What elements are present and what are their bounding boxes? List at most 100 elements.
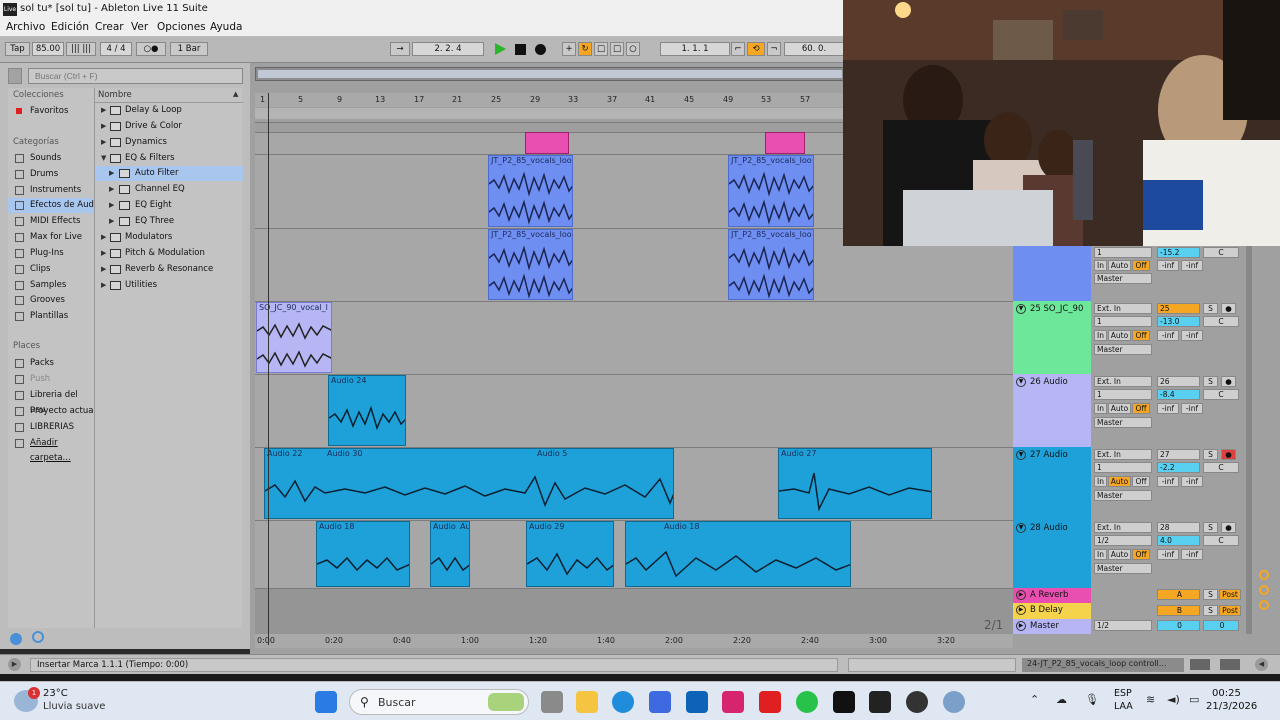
clip-view-icon[interactable] xyxy=(1220,659,1240,670)
obs-icon[interactable] xyxy=(906,691,928,713)
clock-time[interactable]: 00:25 xyxy=(1212,688,1241,699)
youtube-icon[interactable] xyxy=(759,691,781,713)
overdub-icon[interactable]: + xyxy=(562,42,576,56)
volume-field[interactable]: -8.4 xyxy=(1157,389,1200,400)
post-button[interactable]: Post xyxy=(1219,605,1241,616)
arm-icon[interactable]: ● xyxy=(1221,303,1236,314)
audio-clip[interactable]: JT_P2_85_vocals_loo xyxy=(728,229,814,300)
monitor-off-button[interactable]: Off xyxy=(1132,260,1150,271)
return-lanes[interactable] xyxy=(255,588,1013,634)
arm-icon[interactable]: ● xyxy=(1221,376,1236,387)
audio-clip[interactable]: Audio Au xyxy=(430,521,470,587)
arm-icon[interactable]: ● xyxy=(1221,449,1236,460)
arm-icon[interactable]: ● xyxy=(1221,522,1236,533)
return-track-a[interactable]: ▶ A Reverb xyxy=(1013,588,1091,603)
output-select[interactable]: Master xyxy=(1094,490,1152,501)
pan-field[interactable]: C xyxy=(1203,389,1239,400)
track-header-27[interactable]: ▼ 27 Audio xyxy=(1013,447,1091,520)
monitor-auto-button[interactable]: Auto xyxy=(1108,330,1131,341)
input-type-select[interactable]: Ext. In xyxy=(1094,449,1152,460)
play-circle-icon[interactable]: ▶ xyxy=(8,658,21,671)
menu-ver[interactable]: Ver xyxy=(131,21,148,33)
sidebar-item-favoritos[interactable]: Favoritos xyxy=(8,104,94,119)
quantize-select[interactable]: 1 Bar xyxy=(170,42,208,56)
monitor-off-button[interactable]: Off xyxy=(1132,476,1150,487)
output-select[interactable]: Master xyxy=(1094,417,1152,428)
monitor-auto-button[interactable]: Auto xyxy=(1108,476,1131,487)
tree-item-pitch-modulation[interactable]: ▶ Pitch & Modulation xyxy=(95,246,243,261)
store-icon[interactable] xyxy=(649,691,671,713)
fold-icon[interactable]: ▶ xyxy=(1016,590,1026,600)
expand-arrow-icon[interactable]: ▶ xyxy=(109,198,114,213)
playhead[interactable] xyxy=(268,93,269,645)
task-view-icon[interactable] xyxy=(541,691,563,713)
keyboard-layout[interactable]: LAA xyxy=(1114,701,1133,712)
sidebar-item-clips[interactable]: Clips xyxy=(8,262,94,277)
loop-length-field[interactable]: 60. 0. xyxy=(784,42,844,56)
ableton-live-icon[interactable] xyxy=(869,691,891,713)
track-number[interactable]: 25 xyxy=(1157,303,1200,314)
pan-field[interactable]: C xyxy=(1203,247,1239,258)
weather-temp[interactable]: 23°C xyxy=(43,688,68,699)
pan-field[interactable]: C xyxy=(1203,462,1239,473)
sidebar-item-drums[interactable]: Drums xyxy=(8,167,94,182)
sidebar-item-audio-effects[interactable]: Efectos de Aud xyxy=(8,198,94,213)
return-letter[interactable]: B xyxy=(1157,605,1200,616)
capture-icon[interactable]: □ xyxy=(610,42,624,56)
capcut-icon[interactable] xyxy=(833,691,855,713)
tree-item-eq-three[interactable]: ▶ EQ Three xyxy=(95,214,243,229)
track-number[interactable]: 26 xyxy=(1157,376,1200,387)
expand-arrow-icon[interactable]: ▶ xyxy=(101,103,106,118)
clock-date[interactable]: 21/3/2026 xyxy=(1206,701,1257,712)
fold-icon[interactable]: ▼ xyxy=(1016,450,1026,460)
input-type-select[interactable]: Ext. In xyxy=(1094,522,1152,533)
output-select[interactable]: Master xyxy=(1094,563,1152,574)
audio-clip[interactable]: Audio 22 Audio 30 Audio 5 xyxy=(264,448,674,519)
punch-out-icon[interactable]: ¬ xyxy=(767,42,781,56)
input-channel-select[interactable]: 1 xyxy=(1094,462,1152,473)
sidebar-item-librerias[interactable]: LIBRERIAS xyxy=(8,420,94,435)
menu-opciones[interactable]: Opciones xyxy=(157,21,206,33)
expand-arrow-icon[interactable]: ▶ xyxy=(101,230,106,245)
expand-arrow-icon[interactable]: ▶ xyxy=(101,119,106,134)
file-explorer-icon[interactable] xyxy=(576,691,598,713)
nudge-buttons[interactable]: ||| ||| xyxy=(66,42,96,56)
solo-button[interactable]: S xyxy=(1203,449,1218,460)
input-channel-select[interactable]: 1 xyxy=(1094,389,1152,400)
whatsapp-icon[interactable] xyxy=(796,691,818,713)
sidebar-item-packs[interactable]: Packs xyxy=(8,356,94,371)
track-name[interactable]: B Delay xyxy=(1030,605,1063,615)
sidebar-item-sounds[interactable]: Sounds xyxy=(8,151,94,166)
time-signature-field[interactable]: 4 / 4 xyxy=(100,42,132,56)
return-track-b[interactable]: ▶ B Delay xyxy=(1013,603,1091,619)
fold-icon[interactable]: ▶ xyxy=(1016,621,1026,631)
solo-button[interactable]: S xyxy=(1203,376,1218,387)
punch-in-icon[interactable]: ⌐ xyxy=(731,42,745,56)
input-type-select[interactable]: Ext. In xyxy=(1094,303,1152,314)
onedrive-icon[interactable]: ☁ xyxy=(1056,693,1067,706)
session-record-icon[interactable]: ○ xyxy=(626,42,640,56)
fold-icon[interactable]: ▶ xyxy=(1016,605,1026,615)
master-track[interactable]: ▶ Master xyxy=(1013,619,1091,634)
post-button[interactable]: Post xyxy=(1219,589,1241,600)
collapse-arrow-icon[interactable]: ▼ xyxy=(101,151,106,166)
input-channel-select[interactable]: 1 xyxy=(1094,316,1152,327)
return-letter[interactable]: A xyxy=(1157,589,1200,600)
sidebar-item-plantillas[interactable]: Plantillas xyxy=(8,309,94,324)
input-channel-select[interactable]: 1/2 xyxy=(1094,535,1152,546)
audio-clip[interactable]: JT_P2_85_vocals_loo xyxy=(488,229,573,300)
sidebar-item-grooves[interactable]: Grooves xyxy=(8,293,94,308)
monitor-in-button[interactable]: In xyxy=(1094,403,1107,414)
solo-button[interactable]: S xyxy=(1203,605,1218,616)
track-header-25[interactable]: ▼ 25 SO_JC_90 xyxy=(1013,301,1091,374)
collapse-left-icon[interactable]: ◀ xyxy=(1255,658,1268,671)
track-number[interactable]: 28 xyxy=(1157,522,1200,533)
sidebar-item-max-for-live[interactable]: Max for Live xyxy=(8,230,94,245)
name-column-header[interactable]: Nombre xyxy=(98,90,132,100)
monitor-off-button[interactable]: Off xyxy=(1132,403,1150,414)
track-lane[interactable] xyxy=(255,301,1013,374)
sidebar-item-user-library[interactable]: Libreria del usu xyxy=(8,388,94,415)
automation-arm-icon[interactable]: ↻ xyxy=(578,42,592,56)
expand-arrow-icon[interactable]: ▶ xyxy=(101,278,106,293)
browser-toggle-icon[interactable] xyxy=(8,68,22,84)
